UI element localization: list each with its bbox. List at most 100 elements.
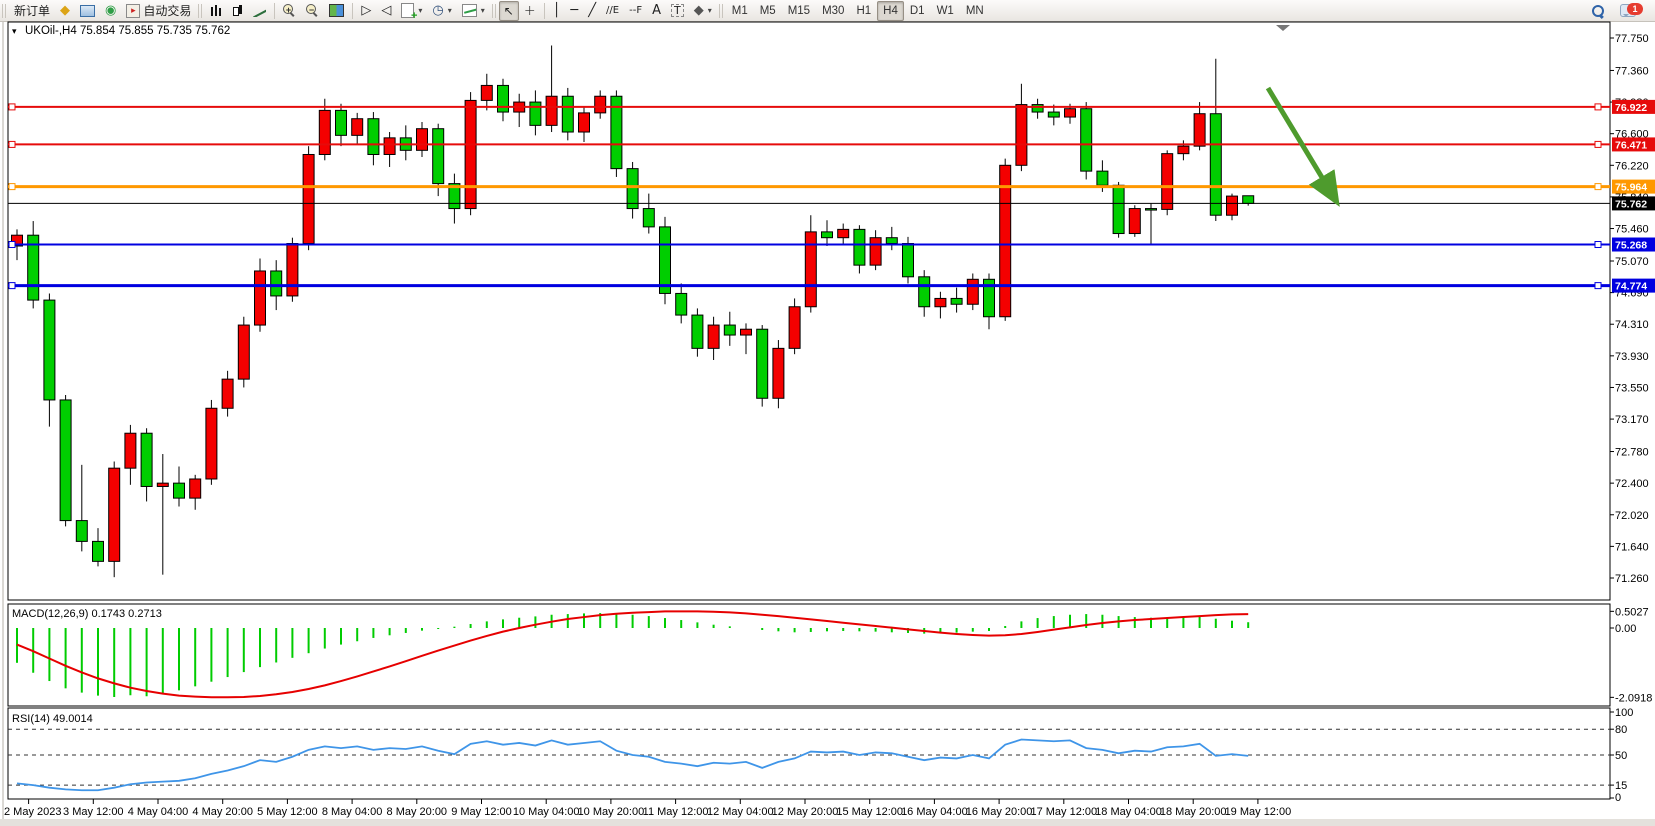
line-handle[interactable] [1595,184,1601,190]
macd-label: MACD(12,26,9) 0.1743 0.2713 [12,608,162,620]
price-label-text: 75.268 [1615,240,1647,252]
time-tick-label: 2 May 2023 [4,806,61,818]
line-handle[interactable] [9,184,15,190]
price-tick-label: 72.780 [1615,447,1649,459]
candle [222,379,233,408]
candle [903,244,914,277]
time-tick-label: 18 May 04:00 [1095,806,1162,818]
time-tick-label: 12 May 20:00 [772,806,839,818]
price-tick-label: 74.310 [1615,319,1649,331]
time-tick-label: 15 May 12:00 [836,806,903,818]
candle [465,100,476,208]
time-tick-label: 10 May 20:00 [578,806,645,818]
line-handle[interactable] [9,283,15,289]
candle [287,244,298,296]
rsi-axis-label: 80 [1615,724,1627,736]
candle [76,521,87,542]
price-label-text: 76.922 [1615,102,1647,114]
candle [1032,105,1043,112]
price-tick-label: 75.070 [1615,256,1649,268]
price-tick-label: 77.360 [1615,65,1649,77]
candle [708,325,719,348]
price-label-text: 76.471 [1615,139,1647,151]
price-tick-label: 77.750 [1615,33,1649,45]
candle [1243,196,1254,204]
candle [433,129,444,184]
rsi-axis-label: 15 [1615,780,1627,792]
candle [822,232,833,238]
candle [481,85,492,100]
candle [579,113,590,132]
line-handle[interactable] [1595,242,1601,248]
candle [1113,185,1124,233]
line-handle[interactable] [1595,141,1601,147]
candle [498,85,509,112]
candle [660,227,671,294]
price-tick-label: 76.220 [1615,160,1649,172]
candle [757,329,768,398]
candle [1210,114,1221,216]
candle [1065,109,1076,117]
time-tick-label: 8 May 04:00 [322,806,383,818]
candle [157,483,168,486]
candle [44,300,55,400]
price-tick-label: 73.930 [1615,351,1649,363]
candle [773,348,784,398]
rsi-axis-label: 50 [1615,750,1627,762]
main-chart-panel[interactable] [8,22,1610,600]
candle [1178,146,1189,153]
price-tick-label: 72.400 [1615,478,1649,490]
macd-axis-label: -2.0918 [1615,692,1652,704]
candle [676,293,687,315]
time-tick-label: 5 May 12:00 [257,806,318,818]
time-tick-label: 10 May 04:00 [513,806,580,818]
time-tick-label: 19 May 12:00 [1225,806,1292,818]
candle [886,238,897,244]
candle [1146,209,1157,211]
candle [417,129,428,151]
mt4-window: 新订单 ◆ ◉ ▸ 自动交易 + − ▷ ◁ ▾ ◷▾ ▾ ↖ + │ ─ ╱ … [0,0,1655,826]
candle [125,433,136,468]
candle [109,468,120,561]
line-handle[interactable] [9,104,15,110]
candle [319,110,330,154]
line-handle[interactable] [1595,283,1601,289]
chart-title: ▾UKOil-,H4 75.854 75.855 75.735 75.762 [12,25,230,37]
candle [643,209,654,227]
candle [255,271,266,325]
time-tick-label: 16 May 20:00 [966,806,1033,818]
time-tick-label: 8 May 20:00 [387,806,448,818]
candle [1194,114,1205,146]
time-tick-label: 11 May 12:00 [643,806,709,818]
candle [935,298,946,306]
candle [951,298,962,304]
candle [838,229,849,237]
price-label-text: 75.762 [1615,198,1647,210]
candle [805,232,816,307]
line-handle[interactable] [9,242,15,248]
line-handle[interactable] [9,141,15,147]
candle [724,325,735,335]
price-tick-label: 73.550 [1615,382,1649,394]
candle [967,279,978,304]
symbol-dropdown-icon[interactable]: ▾ [12,26,17,36]
line-handle[interactable] [1595,104,1601,110]
candle [174,483,185,498]
time-tick-label: 17 May 12:00 [1030,806,1097,818]
price-label-text: 74.774 [1615,281,1647,293]
time-tick-label: 16 May 04:00 [901,806,968,818]
candle [1129,209,1140,234]
time-tick-label: 18 May 20:00 [1160,806,1227,818]
candle [1162,154,1173,210]
rsi-label: RSI(14) 49.0014 [12,713,93,725]
macd-axis-label: 0.5027 [1615,606,1649,618]
candle [546,96,557,125]
chart-canvas[interactable]: 77.75077.36076.98076.60076.22075.84075.4… [0,0,1655,826]
price-axis: 77.75077.36076.98076.60076.22075.84075.4… [1610,33,1649,585]
candle [870,238,881,265]
macd-axis-label: 0.00 [1615,623,1636,635]
time-tick-label: 4 May 04:00 [128,806,189,818]
candle [141,433,152,486]
candle [1227,196,1238,215]
candle [789,307,800,349]
